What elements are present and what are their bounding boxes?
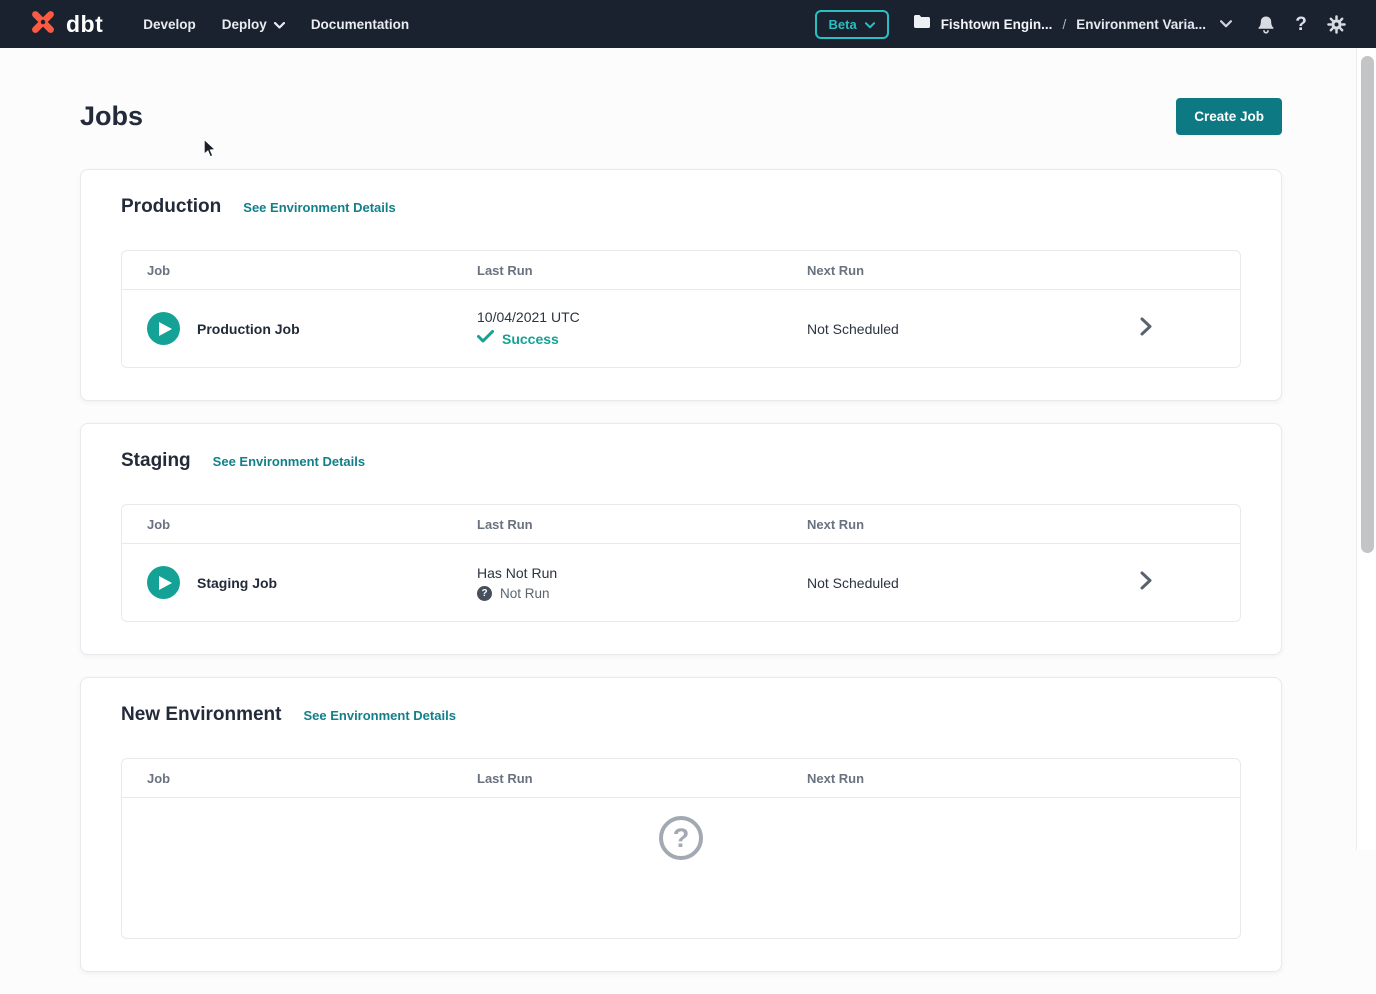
see-environment-details-link[interactable]: See Environment Details: [243, 200, 395, 215]
job-name: Production Job: [197, 321, 300, 337]
chevron-right-icon[interactable]: [1140, 317, 1152, 341]
environment-name: Staging: [121, 450, 191, 472]
column-header-last-run: Last Run: [477, 517, 807, 532]
chevron-down-icon: [1220, 15, 1232, 33]
question-circle-icon: ?: [477, 586, 492, 601]
jobs-table: Job Last Run Next Run ?: [121, 758, 1241, 939]
brand-text: dbt: [66, 11, 103, 38]
scrollbar-track[interactable]: [1356, 48, 1376, 850]
job-row-production[interactable]: Production Job 10/04/2021 UTC Success No…: [122, 290, 1240, 367]
beta-dropdown[interactable]: Beta: [815, 10, 889, 39]
column-header-last-run: Last Run: [477, 771, 807, 786]
gear-icon[interactable]: [1326, 14, 1346, 34]
column-header-job: Job: [147, 263, 477, 278]
table-header-row: Job Last Run Next Run: [122, 505, 1240, 544]
scrollbar-thumb[interactable]: [1361, 56, 1374, 553]
column-header-next-run: Next Run: [807, 517, 1215, 532]
bell-icon[interactable]: [1256, 14, 1276, 34]
column-header-next-run: Next Run: [807, 263, 1215, 278]
environment-name: Production: [121, 196, 221, 218]
status-badge: Not Run: [500, 586, 550, 601]
chevron-down-icon: [865, 17, 875, 32]
empty-jobs-area: ?: [122, 798, 1240, 938]
folder-icon: [913, 14, 931, 34]
see-environment-details-link[interactable]: See Environment Details: [303, 708, 455, 723]
last-run-date: Has Not Run: [477, 565, 807, 581]
column-header-job: Job: [147, 771, 477, 786]
top-navbar: dbt Develop Deploy Documentation Beta: [0, 0, 1376, 48]
check-icon: [477, 330, 494, 348]
next-run-value: Not Scheduled: [807, 575, 1215, 591]
column-header-next-run: Next Run: [807, 771, 1215, 786]
table-header-row: Job Last Run Next Run: [122, 759, 1240, 798]
status-badge: Success: [502, 331, 559, 347]
environment-card-staging: Staging See Environment Details Job Last…: [80, 423, 1282, 655]
main-content: Jobs Create Job Production See Environme…: [0, 48, 1376, 994]
table-header-row: Job Last Run Next Run: [122, 251, 1240, 290]
environment-card-production: Production See Environment Details Job L…: [80, 169, 1282, 401]
dbt-logo-icon: [28, 7, 58, 42]
dbt-logo[interactable]: dbt: [28, 7, 103, 42]
jobs-table: Job Last Run Next Run Staging Job Has No…: [121, 504, 1241, 622]
nav-item-documentation[interactable]: Documentation: [311, 17, 409, 32]
jobs-table: Job Last Run Next Run Production Job 10/…: [121, 250, 1241, 368]
breadcrumb[interactable]: Fishtown Engin... / Environment Varia...: [913, 14, 1232, 34]
breadcrumb-separator: /: [1062, 17, 1066, 32]
breadcrumb-project: Fishtown Engin...: [941, 17, 1053, 32]
empty-state-question-icon: ?: [659, 816, 703, 860]
environment-card-new-environment: New Environment See Environment Details …: [80, 677, 1282, 972]
chevron-right-icon[interactable]: [1140, 571, 1152, 595]
nav-item-develop[interactable]: Develop: [143, 17, 196, 32]
breadcrumb-page: Environment Varia...: [1076, 17, 1206, 32]
page-title: Jobs: [80, 101, 143, 132]
job-name: Staging Job: [197, 575, 277, 591]
column-header-last-run: Last Run: [477, 263, 807, 278]
see-environment-details-link[interactable]: See Environment Details: [213, 454, 365, 469]
job-row-staging[interactable]: Staging Job Has Not Run ? Not Run Not Sc…: [122, 544, 1240, 621]
environment-name: New Environment: [121, 704, 281, 726]
next-run-value: Not Scheduled: [807, 321, 1215, 337]
chevron-down-icon: [274, 17, 285, 32]
help-icon[interactable]: ?: [1291, 14, 1311, 34]
column-header-job: Job: [147, 517, 477, 532]
create-job-button[interactable]: Create Job: [1176, 98, 1282, 135]
nav-item-deploy[interactable]: Deploy: [222, 17, 285, 32]
last-run-date: 10/04/2021 UTC: [477, 309, 807, 325]
run-job-play-icon[interactable]: [147, 312, 180, 345]
run-job-play-icon[interactable]: [147, 566, 180, 599]
